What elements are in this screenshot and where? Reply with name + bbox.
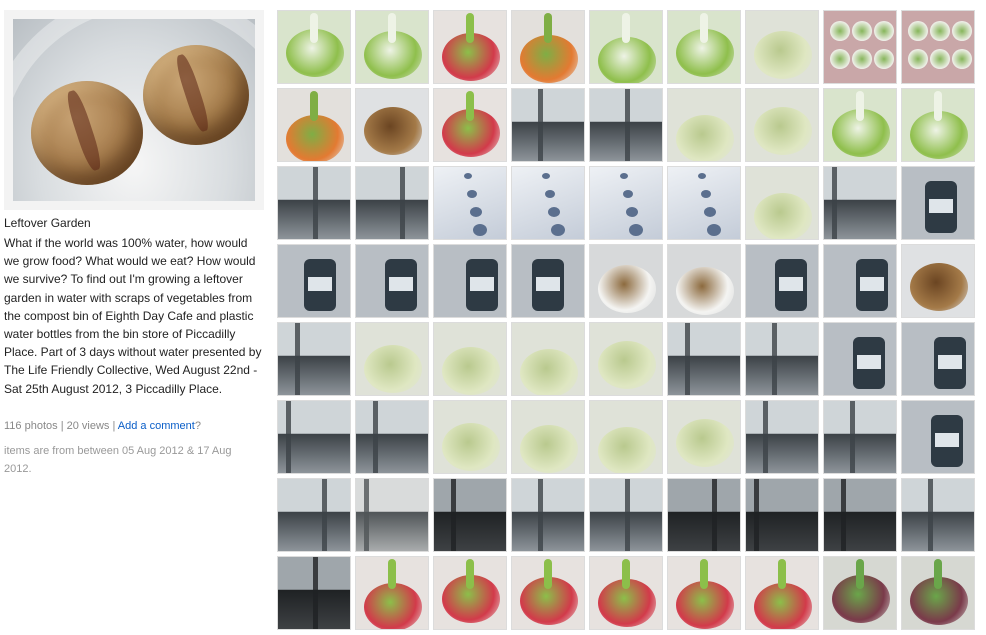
photo-thumbnail-window[interactable] <box>277 478 351 552</box>
photo-thumbnail-street[interactable] <box>355 478 429 552</box>
photo-thumbnail-table[interactable] <box>433 166 507 240</box>
photo-thumbnail-cabbage[interactable] <box>667 88 741 162</box>
photo-thumbnail-bottle[interactable] <box>355 244 429 318</box>
photo-thumbnail-bottle[interactable] <box>823 322 897 396</box>
add-comment-link[interactable]: Add a comment <box>118 420 195 432</box>
stats-separator: | <box>60 420 64 432</box>
photo-thumbnail-window[interactable] <box>277 166 351 240</box>
photo-thumbnail-cabbage[interactable] <box>511 322 585 396</box>
set-description: What if the world was 100% water, how wo… <box>4 236 262 396</box>
date-range: items are from between 05 Aug 2012 & 17 … <box>4 445 232 475</box>
photo-thumbnail-bokchoy[interactable] <box>277 10 351 84</box>
views-count: 20 views <box>66 420 110 432</box>
photo-thumbnail-window[interactable] <box>667 322 741 396</box>
photo-thumbnail-window[interactable] <box>277 400 351 474</box>
avocado-pit <box>143 45 249 145</box>
photo-thumbnail-window[interactable] <box>355 166 429 240</box>
photo-thumbnail-cabbage[interactable] <box>433 400 507 474</box>
avocado-pit <box>31 81 143 185</box>
add-comment-suffix: ? <box>194 420 201 432</box>
photo-thumbnail-window[interactable] <box>745 400 819 474</box>
photo-thumbnail-window[interactable] <box>589 88 663 162</box>
photo-thumbnail-window[interactable] <box>511 478 585 552</box>
photo-thumbnail-dark[interactable] <box>433 478 507 552</box>
photo-thumbnail-window[interactable] <box>745 322 819 396</box>
photo-thumbnail-carrot[interactable] <box>277 88 351 162</box>
photo-thumbnail-bottle[interactable] <box>901 400 975 474</box>
photo-thumbnail-bottle[interactable] <box>901 166 975 240</box>
photo-thumbnail-cabbage[interactable] <box>667 400 741 474</box>
photo-thumbnail-bottle[interactable] <box>277 244 351 318</box>
photo-thumbnail-window[interactable] <box>355 400 429 474</box>
photo-thumbnail-cup[interactable] <box>667 244 741 318</box>
photo-thumbnail-cup[interactable] <box>589 244 663 318</box>
photos-count: 116 photos <box>4 420 58 432</box>
photo-thumbnail-cabbage[interactable] <box>745 88 819 162</box>
photo-thumbnail-cabbage[interactable] <box>433 322 507 396</box>
photo-thumbnail-cabbage[interactable] <box>589 400 663 474</box>
photo-thumbnail-rosettes[interactable] <box>823 10 897 84</box>
photo-thumbnail-window[interactable] <box>823 400 897 474</box>
photo-thumbnail-bokchoy[interactable] <box>667 10 741 84</box>
photo-thumbnail-window[interactable] <box>511 88 585 162</box>
photo-thumbnail-table[interactable] <box>667 166 741 240</box>
photo-thumbnail-dark[interactable] <box>823 478 897 552</box>
photo-thumbnail-bottle[interactable] <box>901 322 975 396</box>
photo-thumbnail-carrot[interactable] <box>511 10 585 84</box>
photo-thumbnail-beet[interactable] <box>901 556 975 630</box>
photo-thumbnail-cabbage[interactable] <box>355 322 429 396</box>
photo-thumbnail-bottle[interactable] <box>823 244 897 318</box>
photo-thumbnail-dark[interactable] <box>277 556 351 630</box>
photo-thumbnail-bokchoy[interactable] <box>355 10 429 84</box>
photo-thumbnail-window[interactable] <box>823 166 897 240</box>
photo-thumbnail-radish[interactable] <box>745 556 819 630</box>
photo-thumbnail-radish[interactable] <box>667 556 741 630</box>
set-title: Leftover Garden <box>4 216 91 230</box>
photo-thumbnail-cabbage[interactable] <box>745 10 819 84</box>
photo-thumbnail-bokchoy[interactable] <box>901 88 975 162</box>
photo-thumbnail-beet[interactable] <box>823 556 897 630</box>
photo-thumbnail-window[interactable] <box>277 322 351 396</box>
photo-thumbnail-bottle[interactable] <box>745 244 819 318</box>
photo-thumbnail-bokchoy[interactable] <box>823 88 897 162</box>
photo-thumbnail-pits[interactable] <box>901 244 975 318</box>
photo-thumbnail-cabbage[interactable] <box>745 166 819 240</box>
photo-thumbnail-window[interactable] <box>589 478 663 552</box>
photo-thumbnail-radish[interactable] <box>589 556 663 630</box>
set-stats: 116 photos | 20 views | Add a comment? <box>4 420 201 432</box>
photo-thumbnail-rosettes[interactable] <box>901 10 975 84</box>
photo-thumbnail-dark[interactable] <box>667 478 741 552</box>
stats-separator: | <box>112 420 116 432</box>
photo-thumbnail-cabbage[interactable] <box>511 400 585 474</box>
photo-thumbnail-bokchoy[interactable] <box>589 10 663 84</box>
photo-thumbnail-cabbage[interactable] <box>589 322 663 396</box>
photo-thumbnail-window[interactable] <box>901 478 975 552</box>
photo-thumbnail-table[interactable] <box>589 166 663 240</box>
cover-image-avocado-pits[interactable] <box>13 19 255 201</box>
photo-thumbnail-table[interactable] <box>511 166 585 240</box>
photo-thumbnail-radish[interactable] <box>355 556 429 630</box>
photo-thumbnail-radish[interactable] <box>433 88 507 162</box>
photo-grid <box>277 10 977 635</box>
photo-thumbnail-bottle[interactable] <box>433 244 507 318</box>
photo-thumbnail-pits[interactable] <box>355 88 429 162</box>
photo-thumbnail-bottle[interactable] <box>511 244 585 318</box>
photo-thumbnail-dark[interactable] <box>745 478 819 552</box>
photo-thumbnail-radish[interactable] <box>511 556 585 630</box>
photo-thumbnail-radish[interactable] <box>433 10 507 84</box>
photo-thumbnail-radish[interactable] <box>433 556 507 630</box>
set-cover-photo[interactable] <box>4 10 264 210</box>
